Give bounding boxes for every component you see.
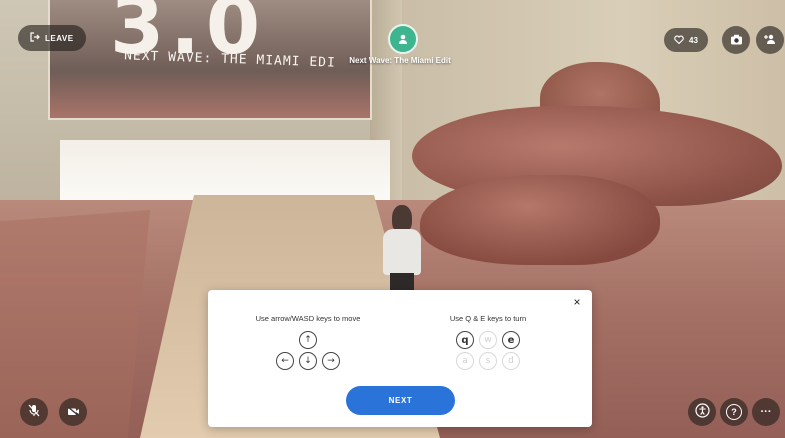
video-toggle-button[interactable] bbox=[59, 398, 87, 426]
turning-help: Use Q & E keys to turn q w e a s d bbox=[398, 314, 578, 370]
rock-formation-front bbox=[420, 175, 660, 265]
arrow-right-key-icon: → bbox=[322, 352, 340, 370]
user-avatar-character bbox=[378, 205, 426, 291]
turn-hint-text: Use Q & E keys to turn bbox=[449, 314, 527, 323]
help-icon: ? bbox=[726, 404, 742, 420]
exit-icon bbox=[30, 32, 40, 44]
more-icon: ··· bbox=[760, 406, 772, 418]
e-key-icon: e bbox=[502, 331, 520, 349]
accessibility-icon bbox=[694, 403, 710, 421]
accessibility-button[interactable] bbox=[688, 398, 716, 426]
arrow-down-key-icon: ↓ bbox=[299, 352, 317, 370]
arrow-keys: ↑ ← ↓ → bbox=[218, 331, 398, 370]
help-button[interactable]: ? bbox=[720, 398, 748, 426]
mute-microphone-button[interactable] bbox=[20, 398, 48, 426]
qwe-keys: q w e a s d bbox=[398, 331, 578, 370]
add-person-icon bbox=[763, 33, 777, 48]
space-avatar-icon[interactable] bbox=[388, 24, 418, 54]
bright-opening bbox=[60, 140, 390, 202]
close-icon[interactable]: × bbox=[570, 295, 584, 309]
like-button[interactable]: 43 bbox=[664, 28, 708, 52]
a-key-icon: a bbox=[456, 352, 474, 370]
controls-tutorial-dialog: × Use arrow/WASD keys to move ↑ ← ↓ → Us… bbox=[208, 290, 592, 427]
q-key-icon: q bbox=[456, 331, 474, 349]
camera-button[interactable] bbox=[722, 26, 750, 54]
mic-off-icon bbox=[28, 404, 40, 420]
video-off-icon bbox=[67, 405, 80, 420]
camera-icon bbox=[730, 33, 743, 48]
next-button[interactable]: NEXT bbox=[346, 386, 455, 415]
more-options-button[interactable]: ··· bbox=[752, 398, 780, 426]
likes-count: 43 bbox=[689, 35, 698, 45]
arrow-left-key-icon: ← bbox=[276, 352, 294, 370]
heart-icon bbox=[674, 35, 684, 46]
arrow-up-key-icon: ↑ bbox=[299, 331, 317, 349]
w-key-icon: w bbox=[479, 331, 497, 349]
movement-help: Use arrow/WASD keys to move ↑ ← ↓ → bbox=[218, 314, 398, 370]
d-key-icon: d bbox=[502, 352, 520, 370]
s-key-icon: s bbox=[479, 352, 497, 370]
invite-button[interactable] bbox=[756, 26, 784, 54]
leave-label: LEAVE bbox=[45, 33, 74, 43]
space-title: Next Wave: The Miami Edit bbox=[349, 56, 451, 65]
exhibit-banner: 3.0 NEXT WAVE: THE MIAMI EDI bbox=[48, 0, 372, 120]
leave-button[interactable]: LEAVE bbox=[18, 25, 86, 51]
move-hint-text: Use arrow/WASD keys to move bbox=[255, 314, 361, 323]
